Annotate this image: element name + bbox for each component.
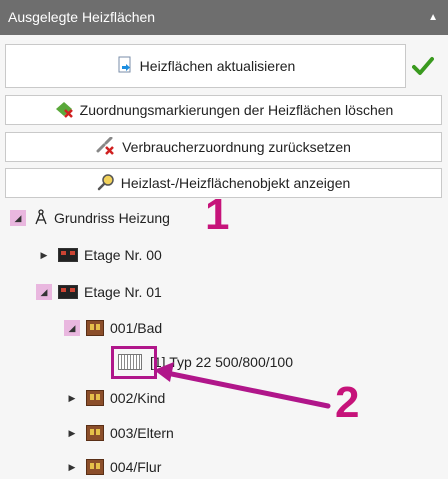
room-icon [86,390,104,406]
tree-floor-label: Etage Nr. 01 [84,284,162,300]
reset-assignment-label: Verbraucherzuordnung zurücksetzen [122,139,351,155]
delete-assignment-markers-button[interactable]: Zuordnungsmarkierungen der Heizflächen l… [5,95,442,125]
collapse-arrow-icon[interactable]: ▲ [428,0,438,35]
tree-root-label: Grundriss Heizung [54,210,170,226]
floor-icon [58,248,78,262]
expand-triangle-icon[interactable]: ▶ [64,390,80,406]
panel-title: Ausgelegte Heizflächen [8,9,156,25]
update-heating-surfaces-button[interactable]: Heizflächen aktualisieren [5,44,406,88]
expand-triangle-icon[interactable]: ▶ [64,425,80,441]
refresh-document-icon [116,56,134,77]
update-button-label: Heizflächen aktualisieren [139,58,296,74]
magnifier-icon [97,173,115,194]
tree-node-room-001[interactable]: ◢ 001/Bad [64,316,162,340]
compass-icon [34,208,48,228]
floor-icon [58,285,78,299]
expand-triangle-icon[interactable]: ▶ [36,247,52,263]
expand-triangle-icon[interactable]: ▶ [64,459,80,475]
tree-node-floor-00[interactable]: ▶ Etage Nr. 00 [36,243,162,267]
tree-node-room-004[interactable]: ▶ 004/Flur [64,455,161,479]
delete-markers-label: Zuordnungsmarkierungen der Heizflächen l… [79,102,394,118]
tree-floor-label: Etage Nr. 00 [84,247,162,263]
tree-node-floor-01[interactable]: ◢ Etage Nr. 01 [36,280,162,304]
collapse-triangle-icon[interactable]: ◢ [36,284,52,300]
checkmark-icon [412,56,434,76]
tree-room-label: 004/Flur [110,459,162,475]
eraser-icon [54,100,74,121]
unlink-icon [96,136,116,158]
panel-header[interactable]: Ausgelegte Heizflächen ▲ [0,0,448,35]
room-icon [86,459,104,475]
room-icon [86,320,104,336]
annotation-marker-1: 1 [205,190,230,239]
annotation-arrow-icon [154,362,331,409]
collapse-triangle-icon[interactable]: ◢ [10,210,26,226]
show-object-label: Heizlast-/Heizflächenobjekt anzeigen [120,175,351,191]
heating-surfaces-panel: Ausgelegte Heizflächen ▲ Heizflächen akt… [0,0,448,479]
tree-node-room-003[interactable]: ▶ 003/Eltern [64,421,174,445]
tree-room-label: 001/Bad [110,320,163,336]
tree-node-root[interactable]: ◢ Grundriss Heizung [10,206,170,230]
room-icon [86,425,104,441]
collapse-triangle-icon[interactable]: ◢ [64,320,80,336]
tree-room-label: 003/Eltern [110,425,174,441]
annotation-marker-2: 2 [335,378,360,427]
reset-consumer-assignment-button[interactable]: Verbraucherzuordnung zurücksetzen [5,132,442,162]
